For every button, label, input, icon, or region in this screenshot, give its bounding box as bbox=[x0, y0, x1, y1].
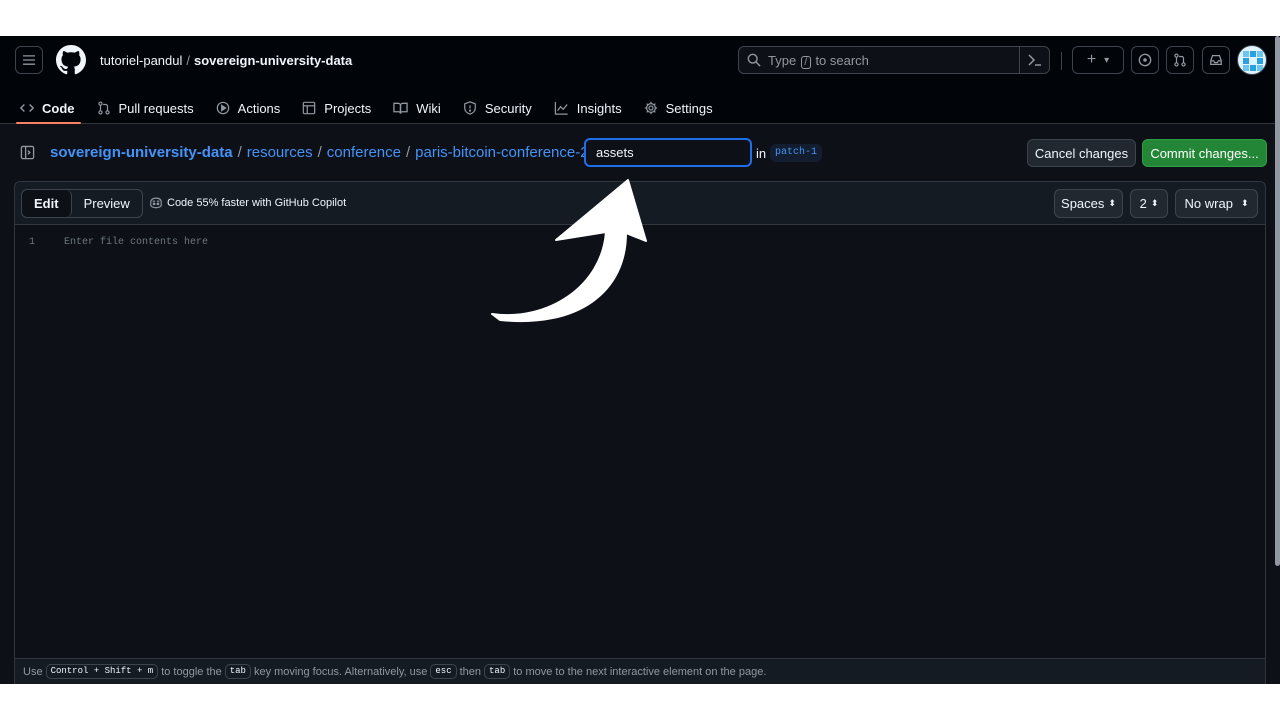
git-pull-request-icon bbox=[97, 101, 110, 115]
search-input[interactable]: Type / to search bbox=[738, 46, 1050, 74]
pull-requests-button[interactable] bbox=[1166, 46, 1194, 74]
search-placeholder-pre: Type bbox=[768, 53, 797, 68]
file-path-bar: sovereign-university-data / resources / conf… bbox=[0, 124, 1280, 182]
sort-arrows-icon: ⬍ bbox=[1108, 198, 1116, 208]
hint-text: to move to the next interactive element … bbox=[513, 665, 767, 678]
kbd-esc: esc bbox=[430, 664, 457, 679]
code-icon bbox=[20, 104, 34, 112]
search-placeholder-post: to search bbox=[815, 53, 869, 68]
tab-label: Insights bbox=[576, 100, 622, 116]
plus-icon: + bbox=[1086, 51, 1097, 68]
kbd-tab: tab bbox=[484, 664, 511, 679]
tab-security[interactable]: Security bbox=[463, 92, 532, 124]
graph-icon bbox=[554, 101, 568, 115]
kbd-tab: tab bbox=[224, 664, 251, 679]
indent-size-select[interactable]: 2 ⬍ bbox=[1130, 189, 1168, 218]
indent-mode-value: Spaces bbox=[1061, 196, 1105, 211]
github-editor-window: tutoriel-pandul / sovereign-university-dat… bbox=[0, 36, 1280, 684]
gear-icon bbox=[644, 101, 657, 115]
edit-tab[interactable]: Edit bbox=[22, 190, 72, 217]
code-editor: Edit Preview Code 55% faster with GitHub… bbox=[14, 181, 1266, 684]
page-scrollbar[interactable] bbox=[1275, 36, 1280, 566]
tab-label: Pull requests bbox=[118, 100, 194, 116]
breadcrumb-separator: / bbox=[405, 144, 411, 161]
issue-opened-icon bbox=[1138, 53, 1152, 67]
github-logo-icon[interactable] bbox=[56, 45, 86, 75]
tab-settings[interactable]: Settings bbox=[644, 92, 713, 124]
tab-label: Security bbox=[484, 100, 532, 116]
repo-nav-tabs: Code Pull requests Actions Projects Wiki… bbox=[16, 92, 735, 124]
kbd-control-shift-m: Control + Shift + m bbox=[45, 664, 159, 679]
filename-input[interactable] bbox=[584, 138, 752, 167]
tab-pull-requests[interactable]: Pull requests bbox=[97, 92, 194, 124]
tab-actions[interactable]: Actions bbox=[216, 92, 281, 124]
chevron-down-icon: ▾ bbox=[1104, 54, 1110, 66]
wrap-mode-value: No wrap bbox=[1184, 196, 1233, 211]
repo-path: tutoriel-pandul / sovereign-university-dat… bbox=[100, 52, 352, 70]
tab-label: Projects bbox=[324, 100, 372, 116]
git-pull-request-icon bbox=[1174, 53, 1186, 67]
sidebar-expand-icon[interactable] bbox=[20, 145, 35, 160]
table-icon bbox=[302, 101, 316, 115]
in-label: in bbox=[756, 146, 767, 161]
breadcrumb-link-conference[interactable]: conference bbox=[327, 144, 401, 161]
avatar-identicon-icon bbox=[1243, 51, 1263, 71]
copilot-promo-link[interactable]: Code 55% faster with GitHub Copilot bbox=[149, 196, 346, 209]
line-number: 1 bbox=[29, 237, 36, 248]
search-icon bbox=[747, 53, 761, 67]
breadcrumb-root-link[interactable]: sovereign-university-data bbox=[50, 144, 233, 161]
book-icon bbox=[393, 102, 408, 114]
terminal-icon bbox=[1027, 54, 1041, 66]
hint-text: to toggle the bbox=[161, 665, 222, 678]
global-header: tutoriel-pandul / sovereign-university-dat… bbox=[0, 36, 1280, 124]
menu-button[interactable] bbox=[15, 46, 43, 74]
inbox-button[interactable] bbox=[1202, 46, 1230, 74]
breadcrumb-link-resources[interactable]: resources bbox=[247, 144, 313, 161]
copilot-hint-text: Code 55% faster with GitHub Copilot bbox=[167, 196, 347, 209]
tab-insights[interactable]: Insights bbox=[554, 92, 622, 124]
avatar[interactable] bbox=[1237, 45, 1267, 75]
issues-button[interactable] bbox=[1131, 46, 1159, 74]
editor-toolbar: Edit Preview Code 55% faster with GitHub… bbox=[15, 182, 1265, 225]
editor-line[interactable]: 1 Enter file contents here bbox=[15, 234, 1265, 252]
branch-badge[interactable]: patch-1 bbox=[770, 144, 823, 162]
cancel-changes-button[interactable]: Cancel changes bbox=[1027, 139, 1136, 167]
tab-code[interactable]: Code bbox=[16, 92, 80, 124]
create-new-button[interactable]: + ▾ bbox=[1072, 46, 1124, 74]
header-divider bbox=[1061, 52, 1062, 70]
command-palette-button[interactable] bbox=[1019, 47, 1049, 73]
inbox-icon bbox=[1210, 55, 1222, 65]
indent-mode-select[interactable]: Spaces ⬍ bbox=[1054, 189, 1123, 218]
commit-changes-button[interactable]: Commit changes... bbox=[1142, 139, 1267, 167]
tab-label: Code bbox=[42, 100, 75, 116]
tab-label: Actions bbox=[237, 100, 281, 116]
breadcrumb-separator: / bbox=[237, 144, 242, 161]
owner-link[interactable]: tutoriel-pandul bbox=[100, 53, 182, 68]
hint-text: key moving focus. Alternatively, use bbox=[253, 665, 428, 678]
breadcrumb: sovereign-university-data / resources / conf… bbox=[50, 144, 628, 162]
preview-tab[interactable]: Preview bbox=[72, 190, 142, 217]
shield-icon bbox=[463, 101, 476, 115]
indent-size-value: 2 bbox=[1139, 196, 1147, 211]
repo-separator: / bbox=[186, 53, 191, 68]
play-icon bbox=[216, 101, 229, 115]
hint-text: Use bbox=[23, 665, 43, 678]
repo-link[interactable]: sovereign-university-data bbox=[194, 53, 352, 68]
copilot-icon bbox=[150, 197, 162, 209]
tab-label: Settings bbox=[665, 100, 713, 116]
tab-projects[interactable]: Projects bbox=[302, 92, 371, 124]
search-placeholder: Type / to search bbox=[768, 53, 869, 69]
breadcrumb-separator: / bbox=[317, 144, 322, 161]
sort-arrows-icon: ⬍ bbox=[1150, 198, 1159, 208]
editor-placeholder: Enter file contents here bbox=[64, 237, 209, 248]
search-shortcut-key: / bbox=[800, 56, 811, 69]
editor-mode-toggle: Edit Preview bbox=[21, 189, 143, 218]
wrap-mode-select[interactable]: No wrap ⬍ bbox=[1175, 189, 1258, 218]
tab-wiki[interactable]: Wiki bbox=[393, 92, 441, 124]
sort-arrows-icon: ⬍ bbox=[1240, 198, 1249, 208]
hint-text: then bbox=[459, 665, 482, 678]
hamburger-icon bbox=[22, 55, 36, 65]
editor-keyboard-hint: Use Control + Shift + m to toggle the ta… bbox=[14, 658, 1266, 684]
tab-label: Wiki bbox=[416, 100, 441, 116]
